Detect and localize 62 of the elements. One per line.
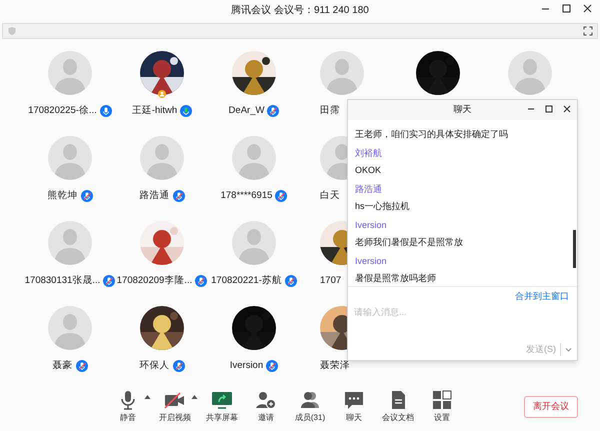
maximize-icon[interactable] — [545, 105, 553, 113]
grid-icon — [431, 390, 453, 410]
participant-name: 170820221-苏航 — [211, 274, 282, 288]
chat-message: 老师我们暑假是不是照常放 — [355, 236, 464, 248]
merge-link[interactable]: 合并到主窗口 — [515, 290, 569, 304]
caret-icon[interactable] — [565, 346, 572, 353]
toolbar-button[interactable]: 成员(31) — [290, 390, 330, 424]
toolbar-button[interactable]: 聊天 — [334, 390, 374, 424]
chat-message: OKOK — [355, 164, 382, 176]
toolbar-button[interactable]: 会议文档 — [378, 390, 418, 424]
participant-name: 聂荣泽 — [320, 358, 350, 373]
toolbar-button[interactable]: 邀请 — [246, 390, 286, 424]
toolbar-button[interactable]: 静音 — [108, 390, 148, 424]
chat-message: 王老师，咱们实习的具体安排确定了吗 — [355, 128, 509, 140]
avatar-icon — [48, 136, 92, 180]
participant-name: 170820225-徐... — [28, 104, 97, 118]
sender-name: Iversion — [355, 219, 388, 231]
caret-up-icon[interactable] — [144, 394, 151, 400]
participant-name: 王廷-hitwh — [132, 104, 178, 118]
participant-name: 白天 — [320, 188, 340, 203]
avatar-icon — [140, 136, 184, 180]
camera-off-icon — [164, 390, 186, 410]
avatar-icon — [48, 51, 92, 95]
sender-name: 刘裕航 — [355, 147, 383, 159]
maximize-icon[interactable] — [562, 4, 571, 13]
fullscreen-icon[interactable] — [583, 26, 593, 36]
participant-name: 178****6915 — [220, 188, 272, 203]
chat-icon — [343, 390, 365, 410]
participant-name: 田霈 — [320, 104, 340, 118]
sender-name: Iversion — [355, 255, 388, 267]
toolbar-button[interactable]: 设置 — [422, 390, 462, 424]
avatar-icon — [232, 136, 276, 180]
participant-name: DeAr_W — [228, 104, 264, 118]
participant-name: 1707 — [320, 274, 342, 288]
close-icon[interactable] — [563, 105, 571, 113]
close-icon[interactable] — [583, 4, 592, 13]
avatar-icon — [320, 51, 364, 95]
toolbar-button[interactable]: 共享屏幕 — [202, 390, 242, 424]
participant-name: 熊乾坤 — [48, 188, 78, 203]
leave-button[interactable]: 离开会议 — [524, 396, 578, 418]
message-input[interactable]: 请输入消息... — [354, 306, 571, 319]
users-icon — [299, 390, 321, 410]
add-user-icon — [255, 390, 277, 410]
participant-name: 170820209李隆... — [116, 274, 192, 288]
share-screen-icon — [211, 390, 233, 410]
chat-message: hs一心拖拉机 — [355, 200, 411, 212]
sender-name: 路浩通 — [355, 183, 383, 195]
participant-name: 聂豪 — [52, 358, 72, 373]
avatar-icon — [232, 221, 276, 265]
participant-name: 170830131张晟... — [24, 274, 100, 288]
participant-name: 环保人 — [140, 358, 170, 373]
chat-message: 暑假是照常放吗老师 — [355, 272, 437, 284]
avatar-icon — [48, 306, 92, 350]
toolbar-button[interactable]: 开启视频 — [155, 390, 195, 424]
avatar-icon — [508, 51, 552, 95]
participant-name: Iversion — [230, 358, 264, 373]
scrollbar — [573, 230, 576, 268]
chat-title: 聊天 — [454, 103, 472, 116]
participant-name: 路浩通 — [140, 188, 170, 203]
window-title: 腾讯会议 会议号：911 240 180 — [231, 4, 369, 18]
avatar-icon — [48, 221, 92, 265]
caret-up-icon[interactable] — [191, 394, 198, 400]
